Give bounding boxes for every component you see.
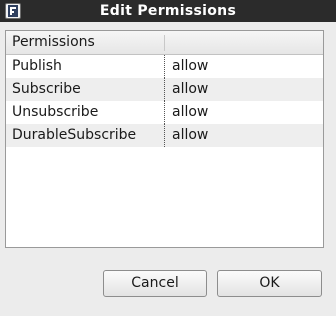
permission-name: Publish: [12, 58, 62, 74]
table-row[interactable]: Publish allow: [6, 55, 323, 78]
table-body: Publish allow Subscribe allow Unsubscrib…: [6, 55, 323, 147]
column-header-value[interactable]: [165, 31, 323, 54]
column-header-permissions[interactable]: Permissions: [6, 31, 165, 54]
permission-name: Subscribe: [12, 81, 81, 97]
permission-value[interactable]: allow: [172, 101, 208, 124]
permission-value[interactable]: allow: [172, 55, 208, 78]
permissions-table[interactable]: Permissions Publish allow Subscribe allo…: [5, 30, 324, 248]
ok-button[interactable]: OK: [217, 270, 322, 297]
cancel-button[interactable]: Cancel: [103, 270, 207, 297]
table-row[interactable]: Unsubscribe allow: [6, 101, 323, 124]
title-bar: Edit Permissions: [0, 0, 336, 22]
permission-value[interactable]: allow: [172, 124, 208, 147]
table-header: Permissions: [6, 31, 323, 55]
permission-name: Unsubscribe: [12, 104, 99, 120]
app-logo-icon: [5, 3, 21, 19]
window-title: Edit Permissions: [99, 3, 237, 19]
column-divider: [164, 124, 165, 147]
column-divider: [164, 78, 165, 101]
column-divider: [164, 55, 165, 78]
permission-name: DurableSubscribe: [12, 127, 137, 143]
table-row[interactable]: DurableSubscribe allow: [6, 124, 323, 147]
table-row[interactable]: Subscribe allow: [6, 78, 323, 101]
column-divider: [164, 101, 165, 124]
permission-value[interactable]: allow: [172, 78, 208, 101]
